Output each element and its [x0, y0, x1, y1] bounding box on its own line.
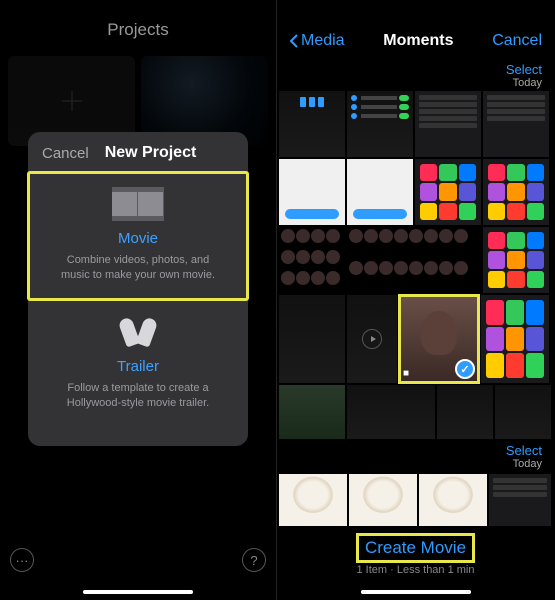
thumbnail[interactable]: [415, 159, 481, 225]
thumbnail[interactable]: [419, 474, 487, 526]
select-button[interactable]: Select: [289, 62, 542, 77]
trailer-desc: Follow a template to create a Hollywood-…: [46, 381, 230, 412]
thumbnail[interactable]: [489, 474, 551, 526]
thumbnail[interactable]: [347, 295, 397, 383]
thumbnail[interactable]: [347, 385, 435, 439]
thumbnail[interactable]: [347, 91, 413, 157]
back-label: Media: [301, 32, 345, 50]
more-button[interactable]: ···: [10, 548, 34, 572]
thumbnail[interactable]: [349, 474, 417, 526]
thumbnail[interactable]: [481, 295, 549, 383]
imovie-projects-screen: Projects Cancel New Project Movie Combin…: [0, 0, 277, 600]
create-subtitle: 1 Item · Less than 1 min: [277, 564, 554, 576]
thumbnail[interactable]: [415, 91, 481, 157]
home-indicator[interactable]: [361, 590, 471, 594]
thumbnail[interactable]: [483, 91, 549, 157]
cancel-button[interactable]: Cancel: [492, 32, 542, 50]
bottom-toolbar: ··· ?: [0, 548, 276, 572]
thumbnail[interactable]: [279, 227, 345, 293]
thumbnail[interactable]: [279, 385, 345, 439]
sheet-title: New Project: [105, 144, 197, 162]
video-icon: ■: [403, 368, 409, 379]
section-day: Today: [289, 458, 542, 470]
thumbnail-selected[interactable]: ■: [399, 295, 479, 383]
sheet-header: Cancel New Project: [28, 144, 248, 172]
movie-title: Movie: [46, 230, 230, 247]
thumbnail[interactable]: [279, 91, 345, 157]
section-header: Select Today: [277, 439, 554, 472]
new-project-sheet: Cancel New Project Movie Combine videos,…: [28, 132, 248, 446]
home-indicator[interactable]: [83, 590, 193, 594]
chevron-left-icon: [289, 33, 299, 49]
film-icon: [110, 186, 166, 222]
cancel-button[interactable]: Cancel: [42, 145, 89, 162]
section-day: Today: [289, 77, 542, 89]
section-header: Select Today: [277, 58, 554, 91]
thumbnail[interactable]: [437, 385, 493, 439]
spotlight-icon: [110, 314, 166, 350]
movie-option[interactable]: Movie Combine videos, photos, and music …: [28, 172, 248, 300]
media-picker-screen: Media Moments Cancel Select Today ■: [277, 0, 554, 600]
trailer-option[interactable]: Trailer Follow a template to create a Ho…: [28, 300, 248, 428]
thumbnail[interactable]: [483, 227, 549, 293]
select-button[interactable]: Select: [289, 443, 542, 458]
back-button[interactable]: Media: [289, 32, 345, 50]
check-icon: [455, 359, 475, 379]
create-movie-button[interactable]: Create Movie: [359, 536, 472, 560]
thumbnail[interactable]: [347, 227, 481, 293]
thumbnail[interactable]: [495, 385, 551, 439]
thumbnail[interactable]: [483, 159, 549, 225]
media-grid: [277, 472, 554, 528]
projects-header: Projects: [0, 0, 276, 56]
trailer-title: Trailer: [46, 358, 230, 375]
nav-title: Moments: [383, 32, 453, 50]
movie-desc: Combine videos, photos, and music to mak…: [46, 253, 230, 284]
thumbnail[interactable]: [347, 159, 413, 225]
nav-bar: Media Moments Cancel: [277, 0, 554, 58]
thumbnail[interactable]: [279, 295, 345, 383]
thumbnail[interactable]: [279, 159, 345, 225]
create-bar: Create Movie 1 Item · Less than 1 min: [277, 528, 554, 600]
thumbnail[interactable]: [279, 474, 347, 526]
media-grid: ■: [277, 91, 554, 439]
help-button[interactable]: ?: [242, 548, 266, 572]
